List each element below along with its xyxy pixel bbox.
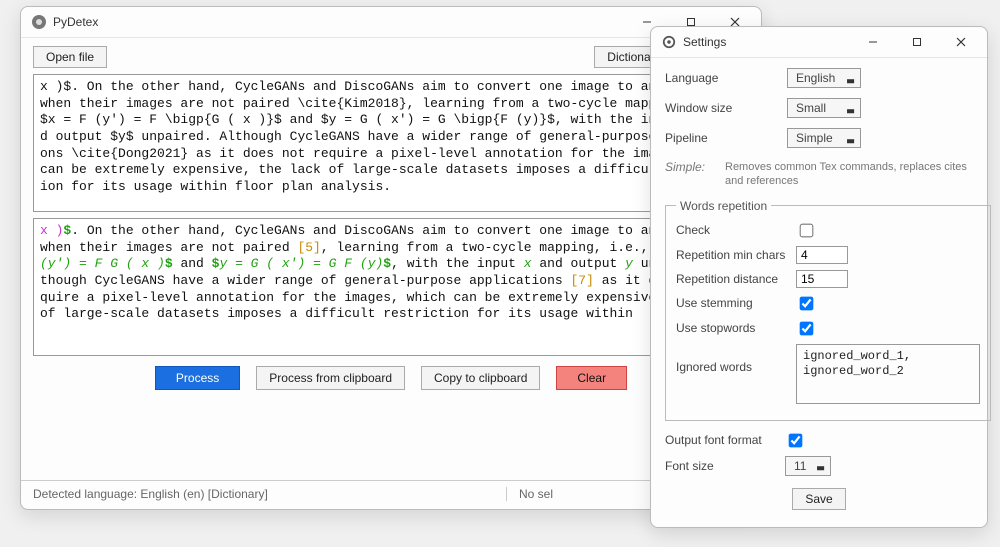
detected-language-status: Detected language: English (en) [Diction… [33, 487, 268, 501]
settings-title: Settings [683, 35, 851, 49]
output-text: x )$. On the other hand, CycleGANs and D… [40, 223, 742, 323]
chevron-down-icon: ▃ [847, 103, 854, 114]
font-size-combo[interactable]: 11 ▃ [785, 456, 831, 476]
output-font-label: Output font format [665, 433, 785, 447]
rep-min-label: Repetition min chars [676, 248, 796, 262]
stemming-checkbox[interactable] [800, 296, 814, 310]
pipeline-combo[interactable]: Simple ▃ [787, 128, 861, 148]
process-from-clipboard-button[interactable]: Process from clipboard [256, 366, 405, 390]
save-button[interactable]: Save [792, 488, 845, 510]
app-icon [31, 14, 47, 30]
pipeline-label: Pipeline [665, 131, 787, 145]
ignored-words-input[interactable]: ignored_word_1, ignored_word_2 [796, 344, 980, 404]
stopwords-label: Use stopwords [676, 321, 796, 335]
window-size-combo[interactable]: Small ▃ [787, 98, 861, 118]
pipeline-description: Removes common Tex commands, replaces ci… [725, 160, 973, 189]
open-file-button[interactable]: Open file [33, 46, 107, 68]
stemming-label: Use stemming [676, 296, 796, 310]
check-checkbox[interactable] [800, 223, 814, 237]
chevron-down-icon: ▃ [847, 133, 854, 144]
rep-min-input[interactable] [796, 246, 848, 264]
copy-to-clipboard-button[interactable]: Copy to clipboard [421, 366, 540, 390]
settings-close-button[interactable] [939, 28, 983, 56]
output-font-checkbox[interactable] [789, 433, 803, 447]
pipeline-name: Simple: [665, 160, 725, 189]
font-size-label: Font size [665, 459, 785, 473]
input-text: x )$. On the other hand, CycleGANs and D… [40, 79, 742, 195]
output-text-area[interactable]: x )$. On the other hand, CycleGANs and D… [33, 218, 749, 356]
words-repetition-group: Words repetition Check Repetition min ch… [665, 199, 991, 421]
process-button[interactable]: Process [155, 366, 240, 390]
settings-maximize-button[interactable] [895, 28, 939, 56]
rep-dist-label: Repetition distance [676, 272, 796, 286]
words-repetition-legend: Words repetition [676, 199, 771, 213]
settings-window: Settings Language English ▃ Window size … [650, 26, 988, 528]
chevron-down-icon: ▃ [847, 73, 854, 84]
window-size-label: Window size [665, 101, 787, 115]
settings-titlebar[interactable]: Settings [651, 27, 987, 58]
input-text-area[interactable]: x )$. On the other hand, CycleGANs and D… [33, 74, 749, 212]
language-combo[interactable]: English ▃ [787, 68, 861, 88]
rep-dist-input[interactable] [796, 270, 848, 288]
gear-icon [661, 34, 677, 50]
language-label: Language [665, 71, 787, 85]
clear-button[interactable]: Clear [556, 366, 627, 390]
stopwords-checkbox[interactable] [800, 321, 814, 335]
check-label: Check [676, 223, 796, 237]
settings-minimize-button[interactable] [851, 28, 895, 56]
title-text: PyDetex [53, 15, 625, 29]
ignored-label: Ignored words [676, 344, 796, 374]
chevron-down-icon: ▃ [817, 460, 824, 471]
